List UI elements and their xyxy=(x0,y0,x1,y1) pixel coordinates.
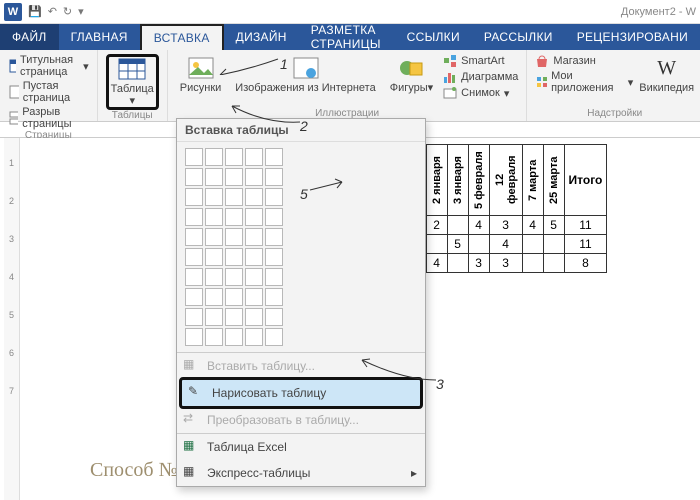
word-app-icon: W xyxy=(4,3,22,21)
tab-home[interactable]: ГЛАВНАЯ xyxy=(59,24,140,50)
menu-excel-table[interactable]: ▦Таблица Excel xyxy=(177,434,425,460)
col-date: 3 января xyxy=(447,145,468,216)
tab-mailings[interactable]: РАССЫЛКИ xyxy=(472,24,565,50)
col-date: 25 марта xyxy=(543,145,564,216)
qat-drop-icon[interactable]: ▾ xyxy=(78,5,84,18)
shapes-button[interactable]: Фигуры▾ xyxy=(386,54,437,108)
title-bar: W 💾 ↶ ↻ ▾ Документ2 - W xyxy=(0,0,700,24)
pencil-icon: ✎ xyxy=(188,384,204,400)
chevron-down-icon: ▾ xyxy=(83,60,89,73)
quick-tables-icon: ▦ xyxy=(183,464,199,480)
smartart-button[interactable]: SmartArt xyxy=(443,54,518,68)
annotation-2: 2 xyxy=(300,118,308,134)
cover-page-button[interactable]: Титульная страница▾ xyxy=(8,54,89,78)
annotation-3: 3 xyxy=(436,376,444,392)
insert-table-icon: ▦ xyxy=(183,357,199,373)
col-date: 2 января xyxy=(426,145,447,216)
document-title: Документ2 - W xyxy=(621,6,696,18)
tab-references[interactable]: ССЫЛКИ xyxy=(395,24,472,50)
my-addins-button[interactable]: Мои приложения▾ xyxy=(535,70,633,94)
table-size-grid[interactable] xyxy=(177,142,425,352)
wikipedia-button[interactable]: WВикипедия xyxy=(639,54,694,108)
table-button[interactable]: Таблица▾ xyxy=(106,54,159,110)
group-pages: Титульная страница▾ Пустая страница Разр… xyxy=(0,50,98,121)
annotation-1: 1 xyxy=(280,56,288,72)
quick-access-toolbar: W 💾 ↶ ↻ ▾ xyxy=(4,3,84,21)
page-break-button[interactable]: Разрыв страницы xyxy=(8,106,89,130)
annotation-5: 5 xyxy=(300,186,308,202)
col-date: 5 февраля xyxy=(468,145,489,216)
save-icon[interactable]: 💾 xyxy=(28,5,42,18)
chevron-down-icon: ▾ xyxy=(504,87,510,100)
excel-icon: ▦ xyxy=(183,438,199,454)
menu-convert-text[interactable]: ⇄Преобразовать в таблицу... xyxy=(177,407,425,433)
chevron-down-icon: ▾ xyxy=(129,95,135,107)
undo-icon[interactable]: ↶ xyxy=(48,5,57,18)
col-date: 12 февраля xyxy=(489,145,522,216)
ribbon: Титульная страница▾ Пустая страница Разр… xyxy=(0,50,700,122)
ribbon-tabs: ФАЙЛ ГЛАВНАЯ ВСТАВКА ДИЗАЙН РАЗМЕТКА СТР… xyxy=(0,24,700,50)
menu-quick-tables[interactable]: ▦Экспресс-таблицы ▸ xyxy=(177,460,425,486)
wikipedia-icon: W xyxy=(653,56,681,80)
online-pictures-icon xyxy=(292,56,320,80)
shapes-icon xyxy=(397,56,425,80)
blank-page-button[interactable]: Пустая страница xyxy=(8,80,89,104)
vertical-ruler: 1234567 xyxy=(4,138,20,500)
col-total: Итого xyxy=(564,145,607,216)
group-tables: Таблица▾ Таблицы xyxy=(98,50,168,121)
store-button[interactable]: Магазин xyxy=(535,54,633,68)
tab-review[interactable]: РЕЦЕНЗИРОВАНИ xyxy=(565,24,700,50)
chevron-down-icon: ▾ xyxy=(428,82,434,94)
chevron-right-icon: ▸ xyxy=(411,466,417,480)
group-label-tables: Таблицы xyxy=(106,110,159,121)
table-icon xyxy=(118,57,146,81)
tab-file[interactable]: ФАЙЛ xyxy=(0,24,59,50)
chevron-down-icon: ▾ xyxy=(628,76,634,89)
col-date: 7 марта xyxy=(522,145,543,216)
convert-icon: ⇄ xyxy=(183,411,199,427)
screenshot-button[interactable]: Снимок▾ xyxy=(443,86,518,100)
chart-button[interactable]: Диаграмма xyxy=(443,70,518,84)
group-addins: Магазин Мои приложения▾ WВикипедия Надст… xyxy=(527,50,700,121)
table-dropdown-menu: Вставка таблицы ▦Вставить таблицу... ✎На… xyxy=(176,118,426,487)
group-label-addins: Надстройки xyxy=(535,108,694,119)
tab-layout[interactable]: РАЗМЕТКА СТРАНИЦЫ xyxy=(299,24,395,50)
redo-icon[interactable]: ↻ xyxy=(63,5,72,18)
